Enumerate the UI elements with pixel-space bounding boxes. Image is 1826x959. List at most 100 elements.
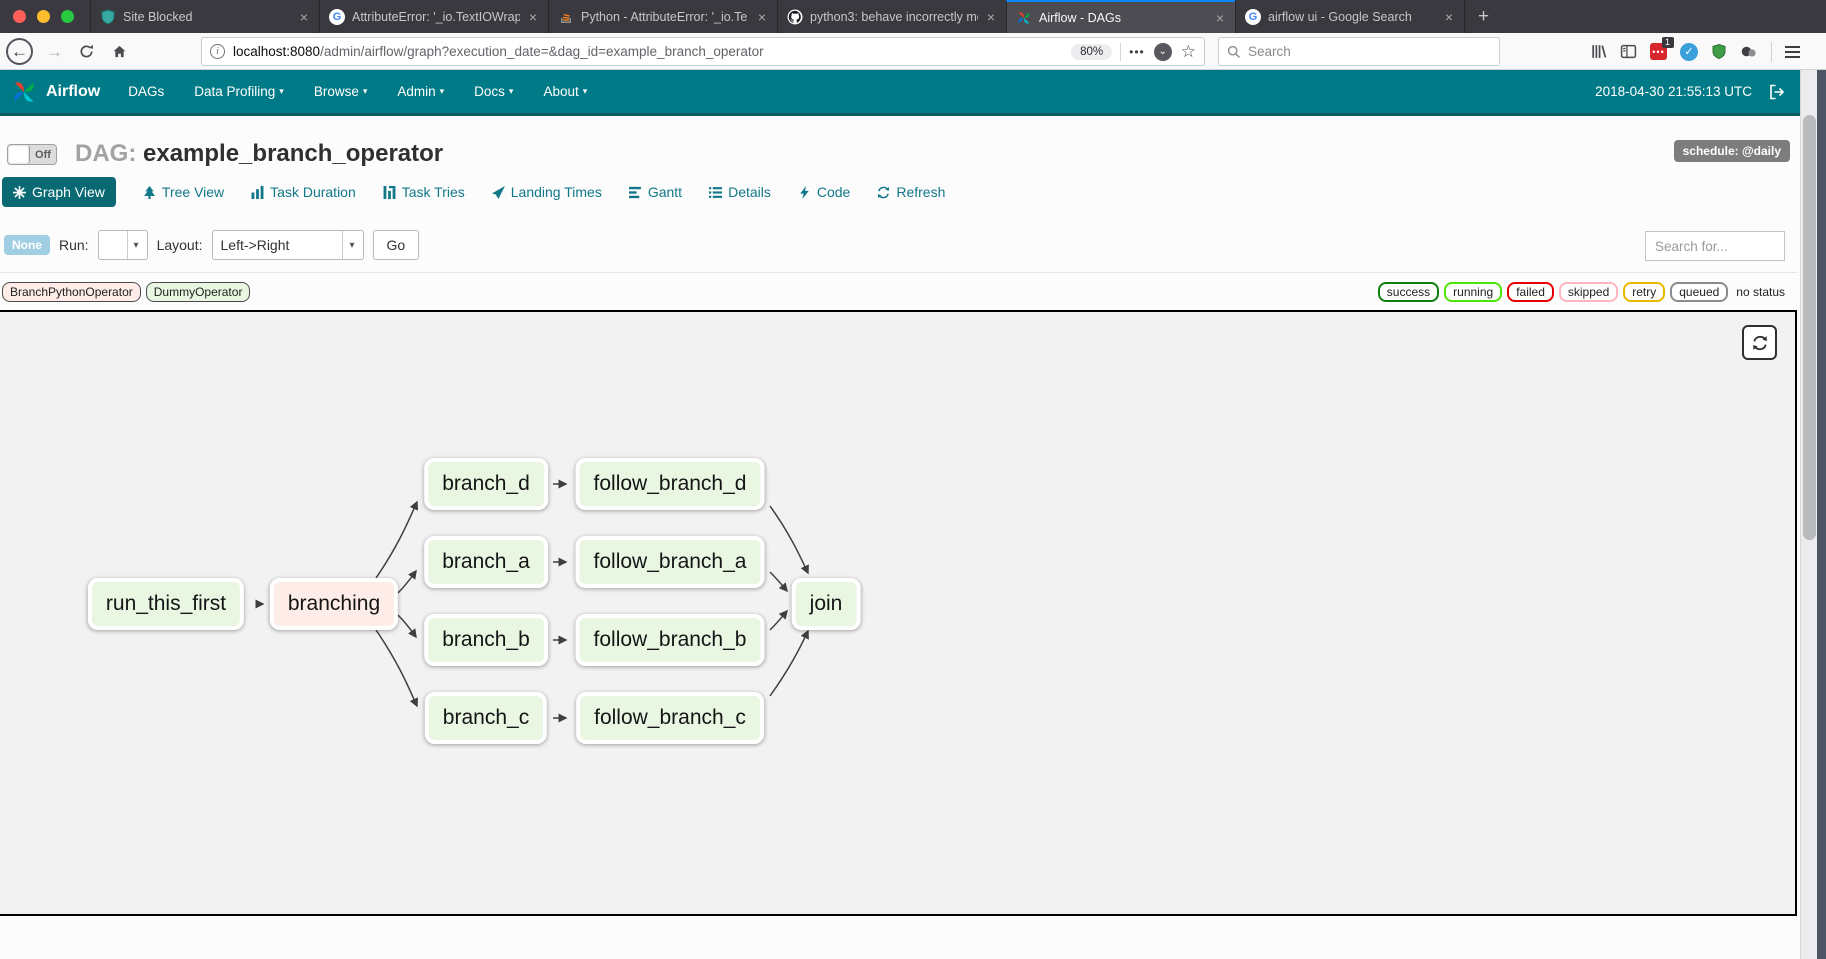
blue-extension-icon[interactable]: ✓ [1680,43,1698,61]
task-node-follow-branch-d[interactable]: follow_branch_d [576,458,765,510]
browser-search-input[interactable] [1248,44,1491,59]
extension-badge: 1 [1662,37,1674,48]
dag-graph-canvas[interactable]: run_this_first branching branch_d branch… [0,310,1797,916]
status-failed: failed [1507,282,1554,302]
menu-item-data-profiling[interactable]: Data Profiling▾ [194,84,284,99]
task-node-follow-branch-a[interactable]: follow_branch_a [576,536,765,588]
tab-task-duration[interactable]: Task Duration [251,184,356,200]
refresh-icon [877,186,890,199]
dag-pause-toggle[interactable]: Off [7,144,57,165]
task-node-branch-a[interactable]: branch_a [424,536,548,588]
layout-select[interactable]: Left->Right ▾ [212,230,364,260]
tab-title: python3: behave incorrectly mo [810,10,978,24]
zoom-level-indicator[interactable]: 80% [1071,44,1112,60]
tab-task-tries[interactable]: Task Tries [383,184,465,200]
status-success: success [1378,282,1439,302]
schedule-badge: schedule: @daily [1674,140,1790,162]
tab-python3-behave[interactable]: python3: behave incorrectly mo × [777,0,1006,33]
close-window-button[interactable] [13,10,26,23]
legend-branchpythonoperator: BranchPythonOperator [2,282,141,302]
airflow-favicon [1016,10,1032,26]
logout-icon[interactable] [1768,83,1786,101]
menu-item-browse[interactable]: Browse▾ [314,84,368,99]
back-button[interactable]: ← [6,38,33,65]
menu-icon[interactable] [1785,46,1800,58]
task-search-input[interactable] [1645,231,1785,261]
forward-button[interactable]: → [41,38,68,65]
tab-close-icon[interactable]: × [756,9,768,25]
task-node-branch-c[interactable]: branch_c [425,692,547,744]
task-node-follow-branch-c[interactable]: follow_branch_c [576,692,764,744]
reload-icon [79,44,94,59]
tab-landing-times[interactable]: Landing Times [492,184,602,200]
tab-title: Site Blocked [123,10,291,24]
shield-extension-icon[interactable] [1711,43,1727,60]
tab-refresh[interactable]: Refresh [877,184,945,200]
tab-close-icon[interactable]: × [985,9,997,25]
run-select[interactable]: ▾ [98,230,148,260]
task-node-branch-d[interactable]: branch_d [424,458,548,510]
tab-python-attributeerror[interactable]: Python - AttributeError: '_io.Te × [548,0,777,33]
task-node-join[interactable]: join [792,578,861,630]
gantt-icon [629,186,642,199]
status-no-status: no status [1733,284,1788,300]
chevron-down-icon: ▾ [363,86,368,97]
task-node-branch-b[interactable]: branch_b [424,614,548,666]
home-button[interactable] [106,38,133,65]
page-scrollbar[interactable] [1800,70,1817,959]
tab-airflow-ui-search[interactable]: G airflow ui - Google Search × [1235,0,1464,33]
tab-close-icon[interactable]: × [1443,9,1455,25]
browser-search-bar[interactable] [1218,37,1500,66]
menu-item-dags[interactable]: DAGs [128,84,164,99]
tree-icon [143,186,156,199]
tab-site-blocked[interactable]: Site Blocked × [90,0,319,33]
scrollbar-thumb[interactable] [1803,115,1816,540]
task-node-run-this-first[interactable]: run_this_first [88,578,244,630]
tab-details[interactable]: Details [709,184,771,200]
menu-item-admin[interactable]: Admin▾ [397,84,444,99]
new-tab-button[interactable]: + [1464,0,1502,33]
background-window-sliver [1817,70,1826,959]
run-status-badge: None [4,235,50,255]
spheres-extension-icon[interactable] [1740,43,1758,60]
search-icon [1227,45,1241,59]
site-info-icon[interactable]: i [210,44,225,59]
run-label: Run: [59,237,89,253]
task-node-follow-branch-b[interactable]: follow_branch_b [576,614,765,666]
page-actions-icon[interactable]: ••• [1129,45,1145,59]
view-tabs: Graph View Tree View Task Duration Task … [2,177,945,207]
tries-chart-icon [383,186,396,199]
bookmark-star-icon[interactable]: ☆ [1181,42,1196,62]
url-bar[interactable]: i localhost:8080 /admin/airflow/graph?ex… [201,37,1205,66]
maximize-window-button[interactable] [61,10,74,23]
graph-refresh-button[interactable] [1742,325,1777,360]
pocket-icon[interactable]: ⌄ [1154,43,1172,61]
menu-item-docs[interactable]: Docs▾ [474,84,513,99]
bolt-icon [798,186,811,199]
reload-button[interactable] [73,38,100,65]
menu-item-about[interactable]: About▾ [543,84,587,99]
tab-title: AttributeError: '_io.TextIOWrapp [352,10,520,24]
tab-graph-view[interactable]: Graph View [2,177,116,207]
window-controls [0,0,90,33]
red-extension-icon[interactable]: •••1 [1650,43,1667,60]
google-favicon: G [329,9,345,25]
minimize-window-button[interactable] [37,10,50,23]
tab-code[interactable]: Code [798,184,850,200]
airflow-brand[interactable]: Airflow [46,83,100,101]
tab-airflow-dags-active[interactable]: Airflow - DAGs × [1006,0,1235,33]
library-icon[interactable] [1590,43,1607,60]
operator-legend: BranchPythonOperator DummyOperator [2,282,250,302]
status-queued: queued [1670,282,1728,302]
tab-close-icon[interactable]: × [298,9,310,25]
chevron-down-icon: ▾ [509,86,514,97]
tab-attributeerror-google[interactable]: G AttributeError: '_io.TextIOWrapp × [319,0,548,33]
task-node-branching[interactable]: branching [270,578,398,630]
tab-close-icon[interactable]: × [1214,10,1226,26]
sidebar-icon[interactable] [1620,43,1637,60]
graph-view-icon [13,186,26,199]
tab-close-icon[interactable]: × [527,9,539,25]
tab-gantt[interactable]: Gantt [629,184,682,200]
tab-tree-view[interactable]: Tree View [143,184,224,200]
go-button[interactable]: Go [373,230,420,260]
